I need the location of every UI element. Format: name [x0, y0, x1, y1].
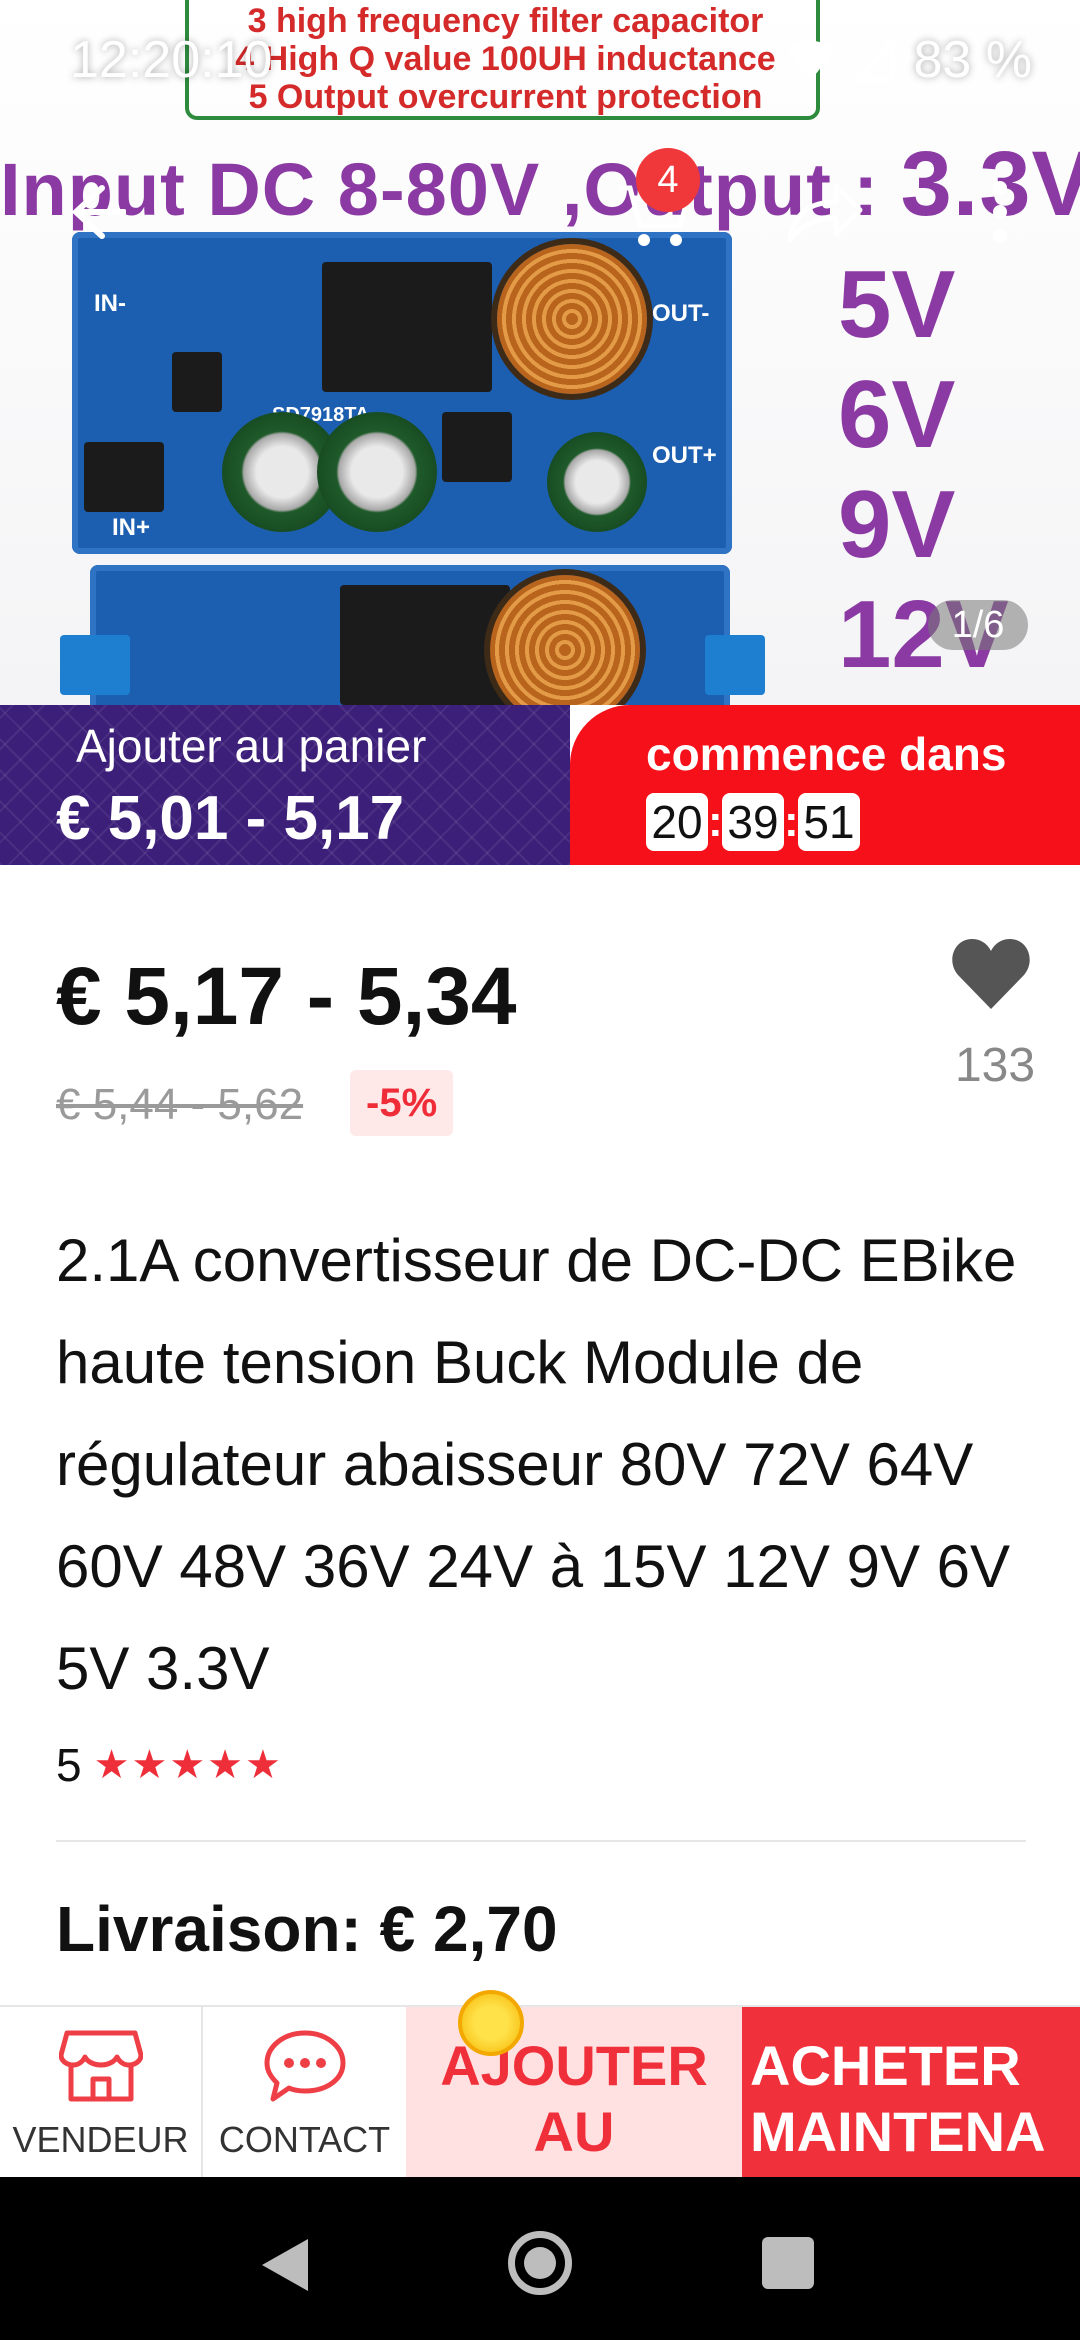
feature-line: 5 Output overcurrent protection — [248, 78, 763, 116]
pcb-label: OUT- — [652, 300, 710, 327]
buy-now-button[interactable]: ACHETER MAINTENANT — [742, 2007, 1080, 2229]
countdown-timer: 20 : 39 : 51 — [646, 793, 860, 851]
product-title: 2.1A convertisseur de DC-DC EBike haute … — [56, 1227, 1017, 1702]
product-price: € 5,17 - 5,34 — [56, 951, 517, 1042]
more-options-icon[interactable] — [990, 180, 1010, 244]
promo-add-to-cart-label: Ajouter au panier — [76, 720, 427, 772]
pcb-label: IN+ — [112, 514, 151, 541]
coin-icon — [458, 1990, 524, 2056]
status-icons: 83 % — [785, 30, 1032, 90]
voltage-label: 5V — [838, 251, 956, 358]
store-icon — [58, 2030, 143, 2102]
pcb-board-image: IN- IN+ OUT- OUT+ SD7918TA — [72, 232, 732, 554]
rating-value: 5 — [56, 1739, 82, 1791]
system-navigation-bar — [0, 2177, 1080, 2340]
timer-minutes: 39 — [722, 793, 784, 851]
image-headline: Input DC 8-80V ,Output : 3.3V — [0, 132, 1080, 237]
store-label: VENDEUR — [12, 2119, 189, 2160]
heart-icon[interactable] — [950, 935, 1032, 1013]
feature-line: 3 high frequency filter capacitor — [247, 2, 764, 40]
chat-icon — [264, 2030, 345, 2102]
contact-label: CONTACT — [218, 2119, 391, 2160]
promo-countdown: commence dans 20 : 39 : 51 — [570, 705, 1080, 865]
store-button[interactable]: VENDEUR — [0, 2007, 203, 2179]
voltage-label: 9V — [838, 471, 956, 578]
status-time: 12:20:10 — [70, 31, 273, 89]
star-rating-icon: ★★★★★ — [93, 1743, 283, 1787]
pcb-board-image — [60, 565, 765, 705]
share-icon[interactable] — [784, 180, 864, 244]
image-headline-text: Input DC 8-80V ,Output : — [0, 148, 901, 231]
nav-home-icon[interactable] — [508, 2231, 572, 2295]
shipping-cost[interactable]: Livraison: € 2,70 — [56, 1892, 558, 1966]
product-image-carousel[interactable]: 3 high frequency filter capacitor 4 High… — [0, 0, 1080, 705]
product-rating[interactable]: 5 ★★★★★ — [56, 1738, 283, 1792]
timer-seconds: 51 — [798, 793, 860, 851]
nav-recents-icon[interactable] — [762, 2237, 814, 2289]
image-feature-note: 3 high frequency filter capacitor 4 High… — [185, 0, 820, 120]
signal-icon — [855, 38, 896, 82]
promo-banner[interactable]: Ajouter au panier € 5,01 - 5,17 — [0, 705, 570, 865]
battery-level: 83 % — [913, 31, 1032, 89]
original-price: € 5,44 - 5,62 — [56, 1080, 304, 1129]
divider — [56, 1840, 1026, 1842]
add-to-cart-button[interactable]: AJOUTER AU PANIER — [406, 2007, 742, 2229]
pcb-label: IN- — [94, 290, 126, 317]
voltage-label: 6V — [838, 361, 956, 468]
timer-hours: 20 — [646, 793, 708, 851]
nav-back-icon[interactable] — [262, 2239, 308, 2291]
bottom-action-bar: VENDEUR CONTACT AJOUTER AU PANIER ACHETE… — [0, 2005, 1080, 2229]
pcb-label: OUT+ — [652, 442, 717, 469]
countdown-label: commence dans — [646, 728, 1007, 780]
discount-badge: -5% — [350, 1070, 454, 1136]
feature-line: 4 High Q value 100UH inductance — [235, 40, 776, 78]
image-page-indicator: 1/6 — [928, 600, 1028, 650]
contact-button[interactable]: CONTACT — [203, 2007, 406, 2179]
promo-price: € 5,01 - 5,17 — [56, 784, 405, 853]
wishlist-count: 133 — [954, 1039, 1036, 1092]
wifi-icon — [787, 40, 836, 80]
back-arrow-icon[interactable] — [62, 180, 126, 244]
cart-count-badge: 4 — [636, 148, 700, 212]
